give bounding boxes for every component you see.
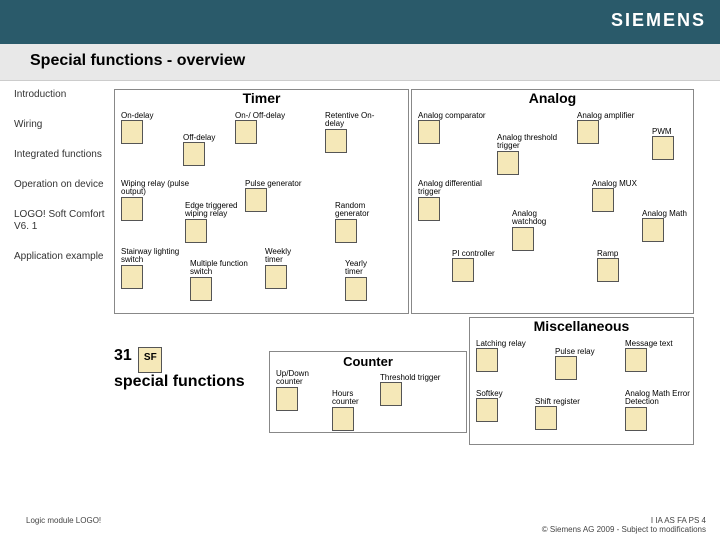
- section-counter: Counter Up/Down counter Threshold trigge…: [269, 351, 467, 433]
- sidebar-item-introduction[interactable]: Introduction: [14, 89, 106, 101]
- stairway-icon: [121, 265, 143, 289]
- edge-wiping-icon: [185, 219, 207, 243]
- section-misc: Miscellaneous Latching relay Message tex…: [469, 317, 694, 445]
- analog-comparator-icon: [418, 120, 440, 144]
- fn-pi-controller: PI controller: [452, 250, 495, 282]
- sidebar-item-logosoft[interactable]: LOGO! Soft Comfort V6. 1: [14, 209, 106, 233]
- fn-analog-watchdog: Analog watchdog: [512, 210, 567, 251]
- fn-analog-comparator: Analog comparator: [418, 112, 486, 144]
- sf-icon: SF: [138, 347, 162, 373]
- fn-stairway: Stairway lighting switch: [121, 248, 181, 289]
- brand-header: SIEMENS: [0, 0, 720, 44]
- section-title-analog: Analog: [412, 90, 693, 106]
- off-delay-icon: [183, 142, 205, 166]
- sidebar-item-operation[interactable]: Operation on device: [14, 179, 106, 191]
- sidebar-item-wiring[interactable]: Wiring: [14, 119, 106, 131]
- fn-analog-threshold: Analog threshold trigger: [497, 134, 577, 175]
- analog-differential-icon: [418, 197, 440, 221]
- pulse-relay-icon: [555, 356, 577, 380]
- wiping-relay-icon: [121, 197, 143, 221]
- section-title-misc: Miscellaneous: [470, 318, 693, 334]
- fn-latching-relay: Latching relay: [476, 340, 526, 372]
- siemens-logo: SIEMENS: [611, 10, 706, 31]
- analog-threshold-icon: [497, 151, 519, 175]
- fn-analog-amplifier: Analog amplifier: [577, 112, 634, 144]
- retentive-on-delay-icon: [325, 129, 347, 153]
- footer-left: Logic module LOGO!: [26, 516, 101, 534]
- footer: Logic module LOGO! I IA AS FA PS 4 © Sie…: [26, 516, 706, 534]
- sidebar-item-integrated[interactable]: Integrated functions: [14, 149, 106, 161]
- pi-controller-icon: [452, 258, 474, 282]
- pwm-icon: [652, 136, 674, 160]
- section-title-counter: Counter: [270, 354, 466, 369]
- analog-math-icon: [642, 218, 664, 242]
- latching-relay-icon: [476, 348, 498, 372]
- section-analog: Analog Analog comparator Analog amplifie…: [411, 89, 694, 314]
- fn-analog-math: Analog Math: [642, 210, 687, 242]
- random-generator-icon: [335, 219, 357, 243]
- weekly-timer-icon: [265, 265, 287, 289]
- fn-analog-math-error: Analog Math Error Detection: [625, 390, 690, 431]
- fn-threshold-trigger: Threshold trigger: [380, 374, 440, 406]
- fn-softkey: Softkey: [476, 390, 503, 422]
- fn-multi-switch: Multiple function switch: [190, 260, 265, 301]
- fn-message-text: Message text: [625, 340, 673, 372]
- fn-on-off-delay: On-/ Off-delay: [235, 112, 285, 144]
- analog-math-error-icon: [625, 407, 647, 431]
- sf-text: special functions: [114, 373, 245, 391]
- fn-on-delay: On-delay: [121, 112, 153, 144]
- ramp-icon: [597, 258, 619, 282]
- fn-shift-register: Shift register: [535, 398, 580, 430]
- page-title: Special functions - overview: [0, 44, 720, 81]
- section-title-timer: Timer: [115, 90, 408, 106]
- section-timer: Timer On-delay On-/ Off-delay Retentive …: [114, 89, 409, 314]
- sidebar-item-application[interactable]: Application example: [14, 251, 106, 263]
- softkey-icon: [476, 398, 498, 422]
- sidebar: Introduction Wiring Integrated functions…: [14, 89, 114, 281]
- special-functions-summary: 31 SF special functions: [114, 347, 264, 391]
- yearly-timer-icon: [345, 277, 367, 301]
- message-text-icon: [625, 348, 647, 372]
- multi-switch-icon: [190, 277, 212, 301]
- shift-register-icon: [535, 406, 557, 430]
- fn-retentive: Retentive On-delay: [325, 112, 385, 153]
- hours-counter-icon: [332, 407, 354, 431]
- analog-mux-icon: [592, 188, 614, 212]
- fn-ramp: Ramp: [597, 250, 619, 282]
- fn-random-generator: Random generator: [335, 202, 390, 243]
- updown-counter-icon: [276, 387, 298, 411]
- fn-updown-counter: Up/Down counter: [276, 370, 326, 411]
- footer-right-2: © Siemens AG 2009 - Subject to modificat…: [542, 525, 706, 534]
- footer-right-1: I IA AS FA PS 4: [542, 516, 706, 525]
- content-area: Timer On-delay On-/ Off-delay Retentive …: [114, 89, 706, 281]
- fn-weekly-timer: Weekly timer: [265, 248, 310, 289]
- fn-pulse-relay: Pulse relay: [555, 348, 595, 380]
- fn-wiping-relay: Wiping relay (pulse output): [121, 180, 191, 221]
- threshold-trigger-icon: [380, 382, 402, 406]
- fn-pwm: PWM: [652, 128, 674, 160]
- fn-edge-wiping: Edge triggered wiping relay: [185, 202, 255, 243]
- fn-analog-mux: Analog MUX: [592, 180, 642, 212]
- analog-amplifier-icon: [577, 120, 599, 144]
- fn-hours-counter: Hours counter: [332, 390, 377, 431]
- analog-watchdog-icon: [512, 227, 534, 251]
- on-delay-icon: [121, 120, 143, 144]
- fn-off-delay: Off-delay: [183, 134, 215, 166]
- fn-analog-differential: Analog differential trigger: [418, 180, 498, 221]
- on-off-delay-icon: [235, 120, 257, 144]
- fn-yearly-timer: Yearly timer: [345, 260, 385, 301]
- sf-number: 31: [114, 347, 132, 364]
